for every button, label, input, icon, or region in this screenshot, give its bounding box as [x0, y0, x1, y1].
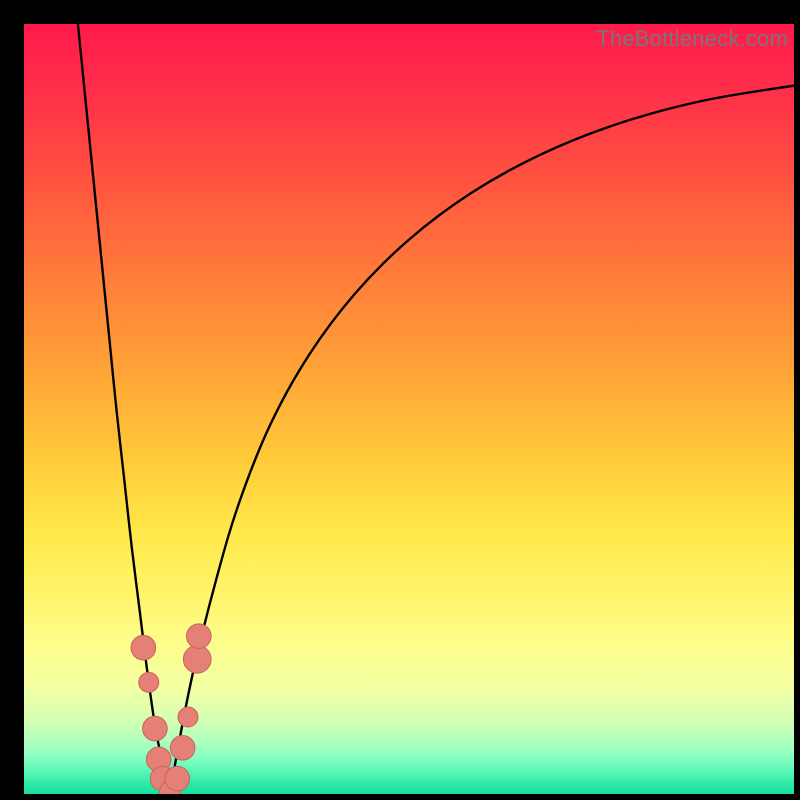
data-marker: [186, 624, 211, 649]
curve-layer: [24, 24, 794, 794]
data-marker: [170, 735, 195, 760]
data-marker: [178, 707, 198, 727]
watermark-text: TheBottleneck.com: [596, 26, 788, 52]
data-marker: [143, 716, 168, 741]
data-marker: [165, 766, 190, 791]
curve-right-branch: [170, 86, 794, 794]
outer-frame: TheBottleneck.com: [0, 0, 800, 800]
data-marker: [183, 645, 211, 673]
plot-area: TheBottleneck.com: [24, 24, 794, 794]
data-marker: [139, 672, 159, 692]
data-marker: [131, 635, 156, 660]
data-markers: [131, 624, 211, 794]
